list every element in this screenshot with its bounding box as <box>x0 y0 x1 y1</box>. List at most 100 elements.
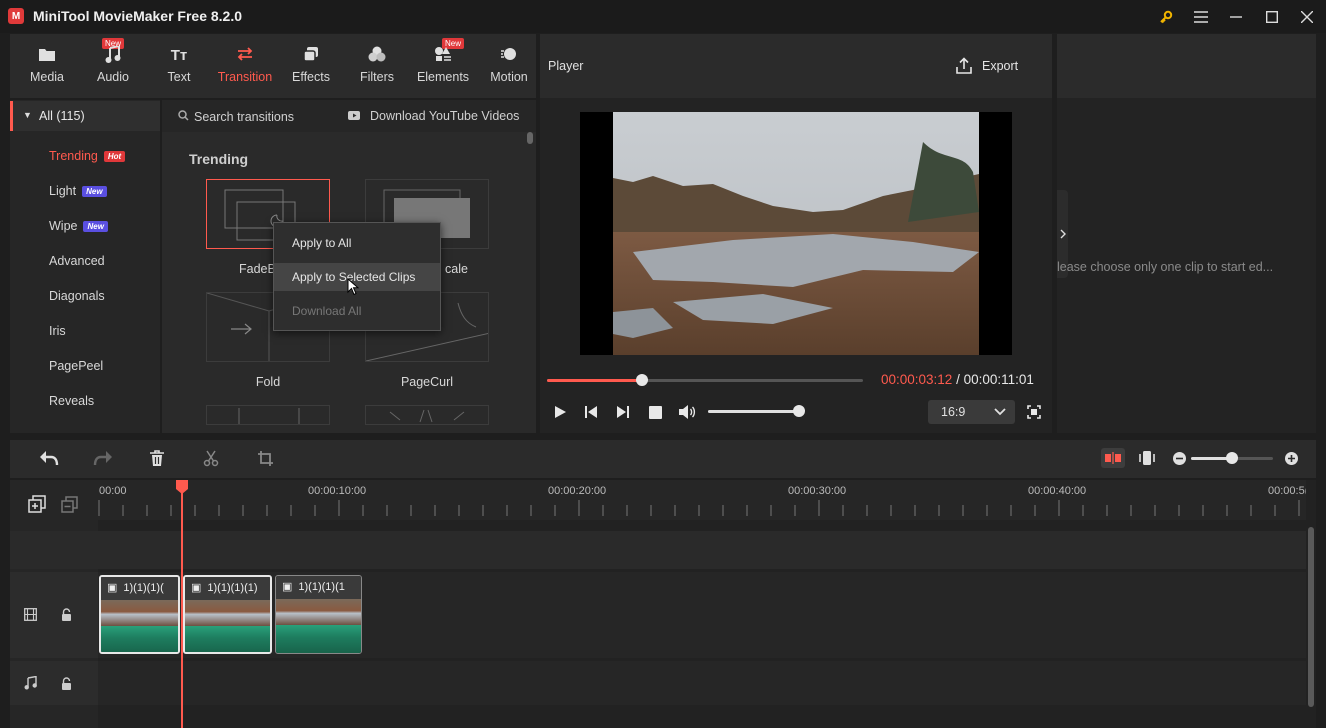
context-menu: Apply to All Apply to Selected Clips Dow… <box>273 222 441 331</box>
video-preview[interactable] <box>580 112 1012 355</box>
time-ruler <box>98 480 1306 520</box>
youtube-icon <box>348 110 362 124</box>
category-iris[interactable]: Iris <box>49 324 66 338</box>
category-light[interactable]: Light New <box>49 184 107 198</box>
volume-slider[interactable] <box>708 405 806 417</box>
ruler-label: 00:00:40:00 <box>1028 485 1087 497</box>
tab-motion[interactable]: Motion <box>476 34 542 98</box>
next-frame-button[interactable] <box>616 405 630 422</box>
category-advanced[interactable]: Advanced <box>49 254 105 268</box>
add-track-icon[interactable] <box>28 495 46 516</box>
zoom-in-icon[interactable] <box>1285 452 1298 468</box>
new-badge: New <box>82 186 107 198</box>
timeline-clip[interactable]: ▣ 1)(1)(1)(1 <box>275 575 362 654</box>
search-input[interactable]: Search transitions <box>194 110 294 124</box>
remove-track-icon[interactable] <box>61 496 78 516</box>
category-all[interactable]: ▼ All (115) <box>10 101 160 131</box>
seek-handle[interactable] <box>635 374 648 386</box>
tab-effects[interactable]: Effects <box>278 34 344 98</box>
snap-toggle[interactable] <box>1101 448 1125 468</box>
effects-icon <box>278 46 344 66</box>
transition-icon <box>212 46 278 66</box>
timeline-clip[interactable]: ▣ 1)(1)(1)(1) <box>183 575 272 654</box>
transition-label: PageCurl <box>400 375 454 389</box>
maximize-icon[interactable] <box>1261 6 1283 28</box>
clip-audio-wave <box>185 626 270 652</box>
delete-button[interactable] <box>149 450 165 470</box>
clip-film-icon: ▣ <box>282 581 293 593</box>
volume-icon[interactable] <box>678 404 696 423</box>
download-youtube-link[interactable]: Download YouTube Videos <box>370 109 519 123</box>
undo-button[interactable] <box>39 450 59 469</box>
category-reveals[interactable]: Reveals <box>49 394 94 408</box>
clip-thumbnail <box>185 600 270 626</box>
previous-frame-button[interactable] <box>584 405 598 422</box>
search-bar: Search transitions Download YouTube Vide… <box>162 100 536 132</box>
category-pagepeel[interactable]: PagePeel <box>49 359 103 373</box>
app-logo: M <box>8 8 24 24</box>
tab-filters[interactable]: Filters <box>344 34 410 98</box>
category-diagonals[interactable]: Diagonals <box>49 289 105 303</box>
play-button[interactable] <box>553 405 567 422</box>
video-track-icon <box>24 608 37 624</box>
audio-split-icon[interactable] <box>1139 450 1155 469</box>
tab-text[interactable]: Tт Text <box>146 34 212 98</box>
ruler-label: 00:00:20:00 <box>548 485 607 497</box>
clip-thumbnail <box>101 600 178 626</box>
motion-icon <box>476 46 542 66</box>
elements-icon <box>410 46 476 66</box>
transition-thumb[interactable] <box>206 405 330 425</box>
crop-button[interactable] <box>257 450 274 470</box>
stop-button[interactable] <box>649 406 662 419</box>
video-frame <box>613 112 979 355</box>
timeline-scrollbar[interactable] <box>1308 527 1314 707</box>
zoom-handle[interactable] <box>1226 452 1238 464</box>
ruler-label: 00:00:5( <box>1268 485 1306 497</box>
seek-bar[interactable] <box>547 374 863 386</box>
transition-thumb[interactable] <box>365 405 489 425</box>
key-icon[interactable] <box>1155 6 1177 28</box>
tab-audio[interactable]: New Audio <box>80 34 146 98</box>
clip-film-icon: ▣ <box>191 582 202 594</box>
playhead-line <box>181 490 183 728</box>
library-scrollbar[interactable] <box>527 132 533 144</box>
audio-icon <box>80 44 146 66</box>
lock-icon[interactable] <box>61 677 72 693</box>
hamburger-icon[interactable] <box>1190 6 1212 28</box>
hot-badge: Hot <box>103 151 126 163</box>
split-button[interactable] <box>203 450 219 470</box>
zoom-out-icon[interactable] <box>1173 452 1186 468</box>
chevron-right-icon <box>1060 229 1066 239</box>
zoom-slider[interactable] <box>1191 452 1273 464</box>
transition-label: Fold <box>255 375 281 389</box>
menu-download-all: Download All <box>292 304 362 318</box>
clip-audio-wave <box>276 625 361 653</box>
filters-icon <box>344 46 410 66</box>
category-trending[interactable]: Trending Hot <box>49 149 126 163</box>
tab-elements[interactable]: New Elements <box>410 34 476 98</box>
current-time: 00:00:03:12 <box>881 372 953 387</box>
text-icon: Tт <box>170 47 188 64</box>
redo-button[interactable] <box>93 450 113 469</box>
snap-icon <box>1105 452 1121 464</box>
music-track-icon <box>24 675 37 693</box>
menu-apply-to-all[interactable]: Apply to All <box>274 229 440 257</box>
playhead-handle[interactable] <box>176 480 188 497</box>
close-icon[interactable] <box>1296 6 1318 28</box>
tab-media[interactable]: Media <box>14 34 80 98</box>
aspect-ratio-select[interactable]: 16:9 <box>928 400 1015 424</box>
tab-transition[interactable]: Transition <box>212 34 278 98</box>
minimize-icon[interactable] <box>1225 6 1247 28</box>
player-title: Player <box>548 59 584 73</box>
lock-icon[interactable] <box>61 608 72 624</box>
category-wipe[interactable]: Wipe New <box>49 219 108 233</box>
ruler-label: 00:00:30:00 <box>788 485 847 497</box>
fullscreen-icon[interactable] <box>1027 405 1041 422</box>
main-toolbar: Media New Audio Tт Text Transition Effec… <box>10 34 536 98</box>
app-title: MiniTool MovieMaker Free 8.2.0 <box>33 8 243 24</box>
overlay-track <box>10 531 1306 569</box>
new-badge: New <box>83 221 108 233</box>
clip-thumbnail <box>276 599 361 625</box>
timeline-clip[interactable]: ▣ 1)(1)(1)( <box>99 575 180 654</box>
clip-audio-wave <box>101 626 178 652</box>
